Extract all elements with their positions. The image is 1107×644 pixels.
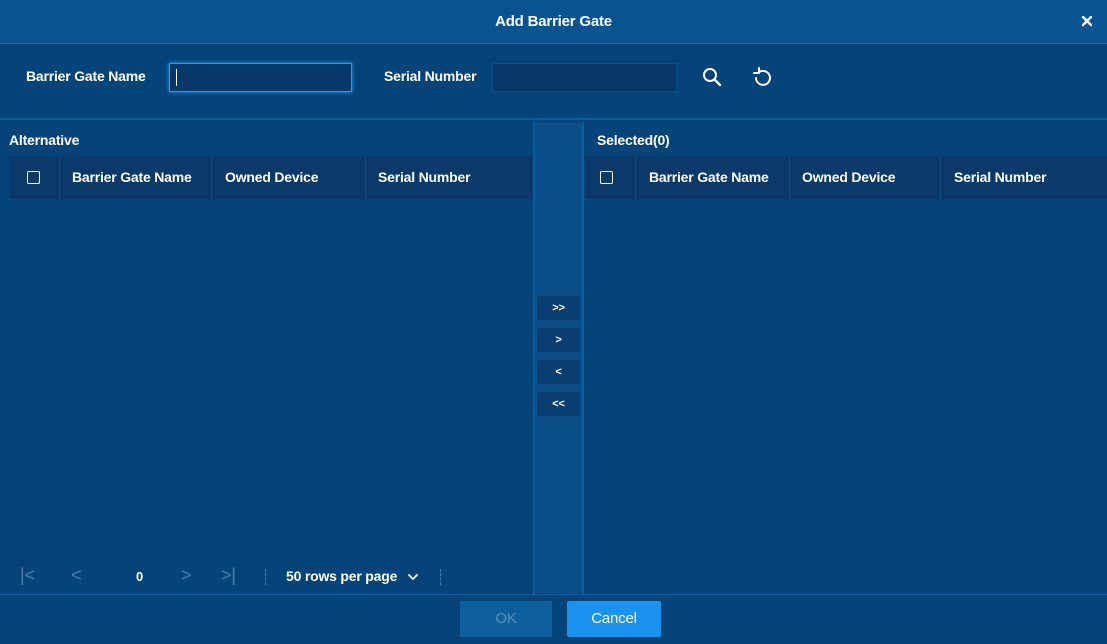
column-owned-device[interactable]: Owned Device bbox=[789, 156, 939, 199]
alternative-panel: Alternative Barrier Gate Name Owned Devi… bbox=[9, 123, 533, 593]
add-all-button[interactable]: >> bbox=[537, 296, 580, 320]
page-number: 0 bbox=[136, 569, 144, 584]
remove-selected-button[interactable]: < bbox=[537, 360, 580, 384]
add-selected-button[interactable]: > bbox=[537, 328, 580, 352]
pager-separator bbox=[440, 569, 441, 585]
selected-title: Selected(0) bbox=[597, 132, 670, 148]
ok-button[interactable]: OK bbox=[460, 601, 552, 637]
column-serial-number[interactable]: Serial Number bbox=[940, 156, 1107, 199]
selected-panel: Selected(0) Barrier Gate Name Owned Devi… bbox=[585, 123, 1107, 593]
serial-number-input[interactable] bbox=[492, 63, 677, 92]
column-barrier-gate-name[interactable]: Barrier Gate Name bbox=[635, 156, 788, 199]
search-bar: Barrier Gate Name Serial Number bbox=[0, 45, 1107, 120]
alternative-title: Alternative bbox=[9, 132, 80, 148]
select-all-checkbox[interactable] bbox=[27, 171, 40, 184]
pagination: |< < 0 > >| 50 rows per page bbox=[9, 561, 533, 589]
text-caret bbox=[176, 69, 177, 86]
serial-number-label: Serial Number bbox=[384, 68, 477, 84]
column-serial-number[interactable]: Serial Number bbox=[365, 156, 533, 199]
dialog-titlebar: Add Barrier Gate bbox=[0, 0, 1107, 44]
barrier-gate-name-input[interactable] bbox=[169, 63, 352, 92]
pager-separator bbox=[265, 569, 266, 585]
select-all-checkbox[interactable] bbox=[600, 171, 613, 184]
add-barrier-gate-dialog: Add Barrier Gate Barrier Gate Name Seria… bbox=[0, 0, 1107, 644]
close-icon[interactable] bbox=[1079, 13, 1095, 29]
next-page-icon[interactable]: > bbox=[181, 565, 192, 586]
prev-page-icon[interactable]: < bbox=[71, 565, 82, 586]
alternative-table-header: Barrier Gate Name Owned Device Serial Nu… bbox=[9, 156, 533, 199]
chevron-down-icon bbox=[407, 574, 418, 581]
refresh-icon[interactable] bbox=[751, 65, 775, 89]
last-page-icon[interactable]: >| bbox=[221, 565, 236, 586]
first-page-icon[interactable]: |< bbox=[20, 565, 35, 586]
search-icon[interactable] bbox=[700, 65, 724, 89]
dialog-title: Add Barrier Gate bbox=[495, 13, 612, 30]
rows-per-page-label: 50 rows per page bbox=[286, 568, 398, 584]
column-owned-device[interactable]: Owned Device bbox=[211, 156, 363, 199]
rows-per-page-select[interactable]: 50 rows per page bbox=[286, 568, 419, 584]
remove-all-button[interactable]: << bbox=[537, 392, 580, 416]
barrier-gate-name-label: Barrier Gate Name bbox=[26, 68, 146, 84]
cancel-button[interactable]: Cancel bbox=[567, 601, 661, 637]
column-barrier-gate-name[interactable]: Barrier Gate Name bbox=[59, 156, 209, 199]
transfer-column: >> > < << bbox=[535, 123, 582, 593]
selected-table-header: Barrier Gate Name Owned Device Serial Nu… bbox=[585, 156, 1107, 199]
panel-divider-right bbox=[582, 122, 584, 594]
dialog-footer: OK Cancel bbox=[0, 594, 1107, 644]
